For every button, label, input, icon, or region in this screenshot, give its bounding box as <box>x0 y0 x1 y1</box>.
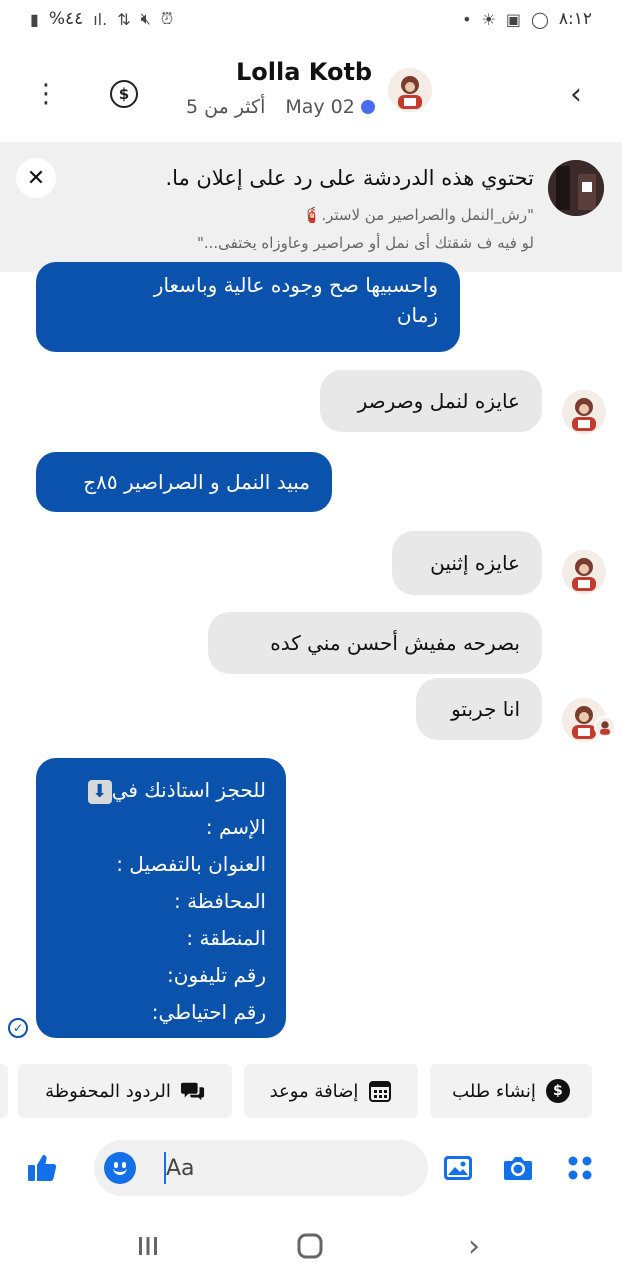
sender-avatar[interactable] <box>562 550 606 594</box>
down-arrow-icon: ⬇ <box>87 779 112 804</box>
contact-avatar[interactable] <box>388 68 432 112</box>
message-line: العنوان بالتفصيل : <box>116 852 266 876</box>
contact-name[interactable]: Lolla Kotb <box>236 58 372 86</box>
whatsapp-icon: ◯ <box>530 9 549 29</box>
dollar-icon: $ <box>110 80 138 108</box>
message-line-text: للحجز استاذنك في <box>111 778 266 802</box>
data-transfer-icon: ⇅ <box>117 9 131 29</box>
alarm-icon: ⏰︎ <box>160 9 174 28</box>
dollar-icon: $ <box>545 1079 570 1103</box>
message-line: رقم تليفون: <box>167 963 266 987</box>
saved-replies-button[interactable]: الردود المحفوظة <box>18 1064 232 1118</box>
back-chevron-icon[interactable]: ‹ <box>556 74 596 114</box>
message-line: الإسم : <box>205 815 266 839</box>
gallery-notification-icon: ▣ <box>505 9 521 29</box>
create-order-label: إنشاء طلب <box>452 1080 536 1102</box>
mute-icon: 🔇︎ <box>140 9 151 28</box>
more-apps-icon[interactable] <box>560 1148 600 1188</box>
more-options-icon[interactable]: ⋮ <box>26 74 66 114</box>
add-appointment-button[interactable]: إضافة موعد <box>244 1064 418 1118</box>
read-receipt-avatar <box>594 716 616 738</box>
message-line: للحجز استاذنك في⬇ <box>56 772 266 809</box>
battery-level: %٤٤ <box>48 9 84 29</box>
message-bubble-outgoing[interactable]: مبيد النمل و الصراصير ٨٥ج <box>36 452 332 512</box>
create-order-button[interactable]: $ إنشاء طلب <box>430 1064 592 1118</box>
gallery-icon[interactable] <box>438 1148 478 1188</box>
ad-banner-title: تحتوي هذه الدردشة على رد على إعلان ما. <box>165 166 534 190</box>
last-active-status: أكثر من 5 <box>186 96 266 118</box>
ad-banner-line-1: "رش_النمل والصراصير من لاستر.🧯 <box>302 206 534 224</box>
message-line: زمان <box>396 303 438 327</box>
message-input-field[interactable] <box>94 1140 428 1196</box>
clock: ٨:١٢ <box>558 9 592 29</box>
ad-banner-line-2: لو فيه ف شقتك أى نمل أو صراصير وعاوزاه ي… <box>196 234 534 252</box>
status-bar: ▮ %٤٤ ıl. ⇅ 🔇︎ ⏰︎ • ☀︎ ▣ ◯ ٨:١٢ <box>0 0 622 38</box>
calendar-icon <box>368 1079 392 1103</box>
message-line: رقم احتياطي: <box>151 1000 266 1024</box>
camera-icon[interactable] <box>498 1148 538 1188</box>
message-bubble-incoming[interactable]: عايزه إثنين <box>392 531 542 595</box>
message-line: المحافظة : <box>173 889 266 913</box>
message-bubble-incoming[interactable]: انا جربتو <box>416 678 542 740</box>
chat-header: ⋮ $ Lolla Kotb أكثر من 5 May 02 ‹ <box>0 40 622 140</box>
status-right: • ☀︎ ▣ ◯ ٨:١٢ <box>462 9 592 29</box>
battery-icon: ▮ <box>30 9 39 29</box>
thumbs-up-icon[interactable] <box>22 1148 62 1188</box>
quick-actions-bar: $ إنشاء طلب إضافة موعد الردود المحفوظة <box>0 1064 622 1120</box>
message-input[interactable] <box>166 1148 406 1188</box>
message-composer <box>0 1132 622 1204</box>
ad-thumbnail[interactable] <box>548 160 604 216</box>
contact-subtitle: أكثر من 5 May 02 <box>186 96 375 118</box>
ad-reply-banner: ✕ تحتوي هذه الدردشة على رد على إعلان ما.… <box>0 142 622 272</box>
signal-icon: ıl. <box>93 9 108 29</box>
message-line: المنطقة : <box>186 926 266 950</box>
payment-button[interactable]: $ <box>104 74 144 114</box>
status-left: ▮ %٤٤ ıl. ⇅ 🔇︎ ⏰︎ <box>30 9 173 29</box>
message-bubble-outgoing[interactable]: للحجز استاذنك في⬇ الإسم : العنوان بالتفص… <box>36 758 286 1038</box>
message-bubble-outgoing[interactable]: واحسبيها صح وجوده عالية وباسعار زمان <box>36 262 460 352</box>
home-icon[interactable] <box>290 1226 330 1266</box>
quick-action-overflow[interactable] <box>0 1064 8 1118</box>
sender-avatar[interactable] <box>562 390 606 434</box>
chat-bubbles-icon <box>180 1079 205 1103</box>
contact-date: May 02 <box>285 96 355 118</box>
notification-dot-icon: • <box>462 9 472 29</box>
saved-replies-label: الردود المحفوظة <box>45 1080 171 1102</box>
close-icon[interactable]: ✕ <box>16 158 56 198</box>
add-appointment-label: إضافة موعد <box>269 1080 359 1102</box>
message-bubble-incoming[interactable]: عايزه لنمل وصرصر <box>320 370 542 432</box>
system-navigation-bar: › <box>0 1212 622 1280</box>
message-line: واحسبيها صح وجوده عالية وباسعار <box>153 273 438 297</box>
active-dot-icon <box>360 100 375 114</box>
emoji-icon[interactable] <box>104 1152 136 1184</box>
message-bubble-incoming[interactable]: بصرحه مفيش أحسن مني كده <box>208 612 542 674</box>
sent-check-icon: ✓ <box>8 1018 28 1038</box>
recent-apps-icon[interactable] <box>128 1226 168 1266</box>
back-icon[interactable]: › <box>454 1226 494 1266</box>
weather-icon: ☀︎ <box>481 9 496 29</box>
